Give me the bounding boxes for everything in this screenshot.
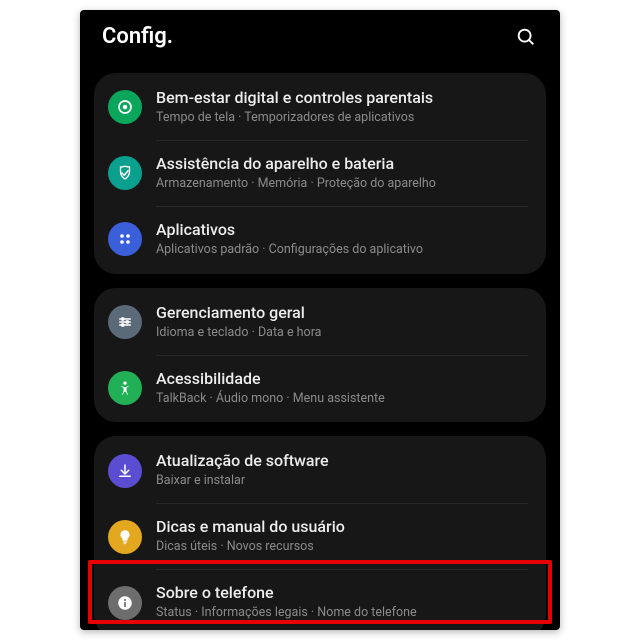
search-button[interactable] — [514, 25, 538, 49]
device-care-icon — [108, 156, 142, 190]
software-update-icon — [108, 454, 142, 488]
row-title: Assistência do aparelho e bateria — [156, 154, 436, 174]
row-digital-wellbeing[interactable]: Bem-estar digital e controles parentais … — [94, 75, 546, 140]
app-header: Config. — [80, 10, 560, 59]
settings-scroll[interactable]: Bem-estar digital e controles parentais … — [80, 59, 560, 630]
row-about-phone[interactable]: Sobre o telefone Status · Informações le… — [94, 570, 546, 630]
row-title: Aplicativos — [156, 220, 423, 240]
settings-screen: Config. Bem-estar digital e controles pa… — [80, 10, 560, 630]
tips-icon — [108, 520, 142, 554]
row-title: Dicas e manual do usuário — [156, 517, 345, 537]
row-title: Atualização de software — [156, 451, 329, 471]
search-icon — [515, 26, 537, 48]
page-title: Config. — [102, 24, 173, 49]
row-sub: TalkBack · Áudio mono · Menu assistente — [156, 391, 385, 408]
row-title: Sobre o telefone — [156, 583, 417, 603]
apps-icon — [108, 222, 142, 256]
row-sub: Armazenamento · Memória · Proteção do ap… — [156, 176, 436, 193]
general-management-icon — [108, 305, 142, 339]
row-sub: Baixar e instalar — [156, 473, 329, 490]
info-icon — [108, 586, 142, 620]
row-general-management[interactable]: Gerenciamento geral Idioma e teclado · D… — [94, 290, 546, 355]
row-title: Acessibilidade — [156, 369, 385, 389]
row-sub: Idioma e teclado · Data e hora — [156, 325, 321, 342]
row-software-update[interactable]: Atualização de software Baixar e instala… — [94, 438, 546, 503]
row-apps[interactable]: Aplicativos Aplicativos padrão · Configu… — [94, 207, 546, 272]
row-sub: Status · Informações legais · Nome do te… — [156, 605, 417, 622]
settings-group: Gerenciamento geral Idioma e teclado · D… — [94, 288, 546, 423]
row-title: Bem-estar digital e controles parentais — [156, 88, 433, 108]
row-sub: Tempo de tela · Temporizadores de aplica… — [156, 110, 433, 127]
row-sub: Dicas úteis · Novos recursos — [156, 539, 345, 556]
row-tips-manual[interactable]: Dicas e manual do usuário Dicas úteis · … — [94, 504, 546, 569]
digital-wellbeing-icon — [108, 90, 142, 124]
settings-group: Bem-estar digital e controles parentais … — [94, 73, 546, 274]
accessibility-icon — [108, 371, 142, 405]
settings-group: Atualização de software Baixar e instala… — [94, 436, 546, 630]
row-device-care[interactable]: Assistência do aparelho e bateria Armaze… — [94, 141, 546, 206]
row-accessibility[interactable]: Acessibilidade TalkBack · Áudio mono · M… — [94, 356, 546, 421]
row-title: Gerenciamento geral — [156, 303, 321, 323]
row-sub: Aplicativos padrão · Configurações do ap… — [156, 242, 423, 259]
